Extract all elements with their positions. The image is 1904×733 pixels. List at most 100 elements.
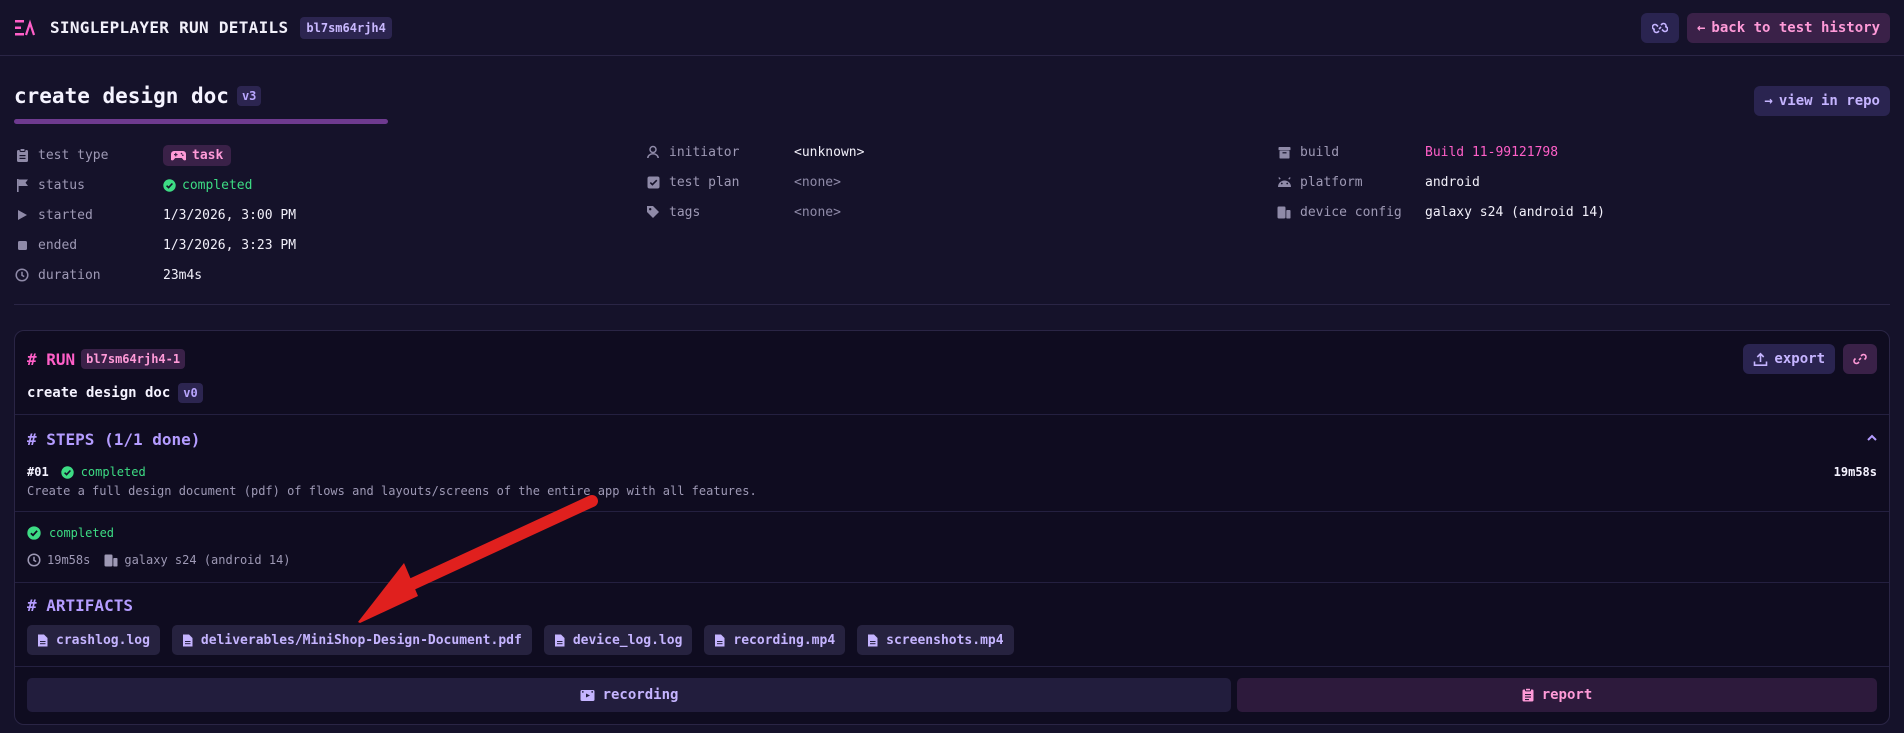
flag-icon — [14, 177, 30, 193]
step-row[interactable]: #01 completed — [27, 465, 146, 479]
check-circle-icon — [27, 526, 41, 540]
step-duration: 19m58s — [1833, 465, 1877, 479]
file-icon — [182, 634, 193, 647]
artifact-file-chip[interactable]: crashlog.log — [27, 625, 160, 655]
summary-status-text: completed — [49, 526, 115, 540]
card-divider — [15, 666, 1889, 667]
meta-label: tags — [669, 204, 701, 220]
meta-device-config: device config galaxy s24 (android 14) — [1276, 197, 1605, 227]
run-version-badge: v0 — [178, 383, 203, 403]
step-description: Create a full design document (pdf) of f… — [27, 484, 757, 498]
report-icon — [1522, 688, 1534, 702]
link-icon — [1651, 20, 1668, 36]
clipboard-icon — [14, 147, 30, 163]
card-divider — [15, 511, 1889, 512]
step-status: completed — [80, 465, 146, 479]
run-summary-status: completed — [27, 526, 114, 540]
tags-value: <none> — [794, 204, 841, 220]
meta-platform: platform android — [1276, 167, 1605, 197]
check-circle-icon — [60, 465, 74, 479]
artifact-name: device_log.log — [572, 632, 683, 648]
arrow-right-icon: → — [1764, 93, 1773, 109]
gamepad-icon — [171, 150, 186, 161]
initiator-value: <unknown> — [794, 144, 865, 160]
meta-test-plan: test plan <none> — [645, 167, 864, 197]
play-icon — [14, 207, 30, 223]
meta-label: initiator — [669, 144, 740, 160]
artifact-name: deliverables/MiniShop-Design-Document.pd… — [200, 632, 522, 648]
progress-fill — [14, 119, 388, 124]
file-icon — [37, 634, 48, 647]
version-badge: v3 — [236, 86, 262, 106]
back-button-label: back to test history — [1711, 19, 1880, 36]
status-badge: completed — [163, 178, 252, 193]
test-title: create design doc — [14, 84, 229, 108]
run-header: # RUN bl7sm64rjh4-1 — [27, 349, 186, 369]
step-number: #01 — [27, 465, 49, 479]
run-card: # RUN bl7sm64rjh4-1 create design doc v0… — [14, 330, 1890, 725]
ended-value: 1/3/2026, 3:23 PM — [163, 237, 297, 253]
artifact-file-chip[interactable]: screenshots.mp4 — [857, 625, 1014, 655]
checklist-icon — [645, 174, 661, 190]
run-id-badge: bl7sm64rjh4-1 — [81, 349, 186, 369]
meta-column-2: initiator <unknown> test plan <none> tag… — [645, 137, 864, 227]
meta-tags: tags <none> — [645, 197, 864, 227]
meta-ended: ended 1/3/2026, 3:23 PM — [14, 230, 296, 260]
run-subtitle: create design doc v0 — [27, 383, 203, 403]
build-link[interactable]: Build 11-99121798 — [1425, 145, 1558, 160]
artifacts-list: crashlog.log deliverables/MiniShop-Desig… — [27, 625, 1014, 655]
page-title: SINGLEPLAYER RUN DETAILS — [50, 18, 289, 37]
clock-icon — [14, 267, 30, 283]
view-in-repo-button[interactable]: → view in repo — [1754, 86, 1890, 116]
arrow-left-icon: ← — [1696, 19, 1706, 36]
logo-icon — [14, 17, 36, 39]
device-config-value: galaxy s24 (android 14) — [1425, 204, 1606, 220]
artifact-file-chip[interactable]: recording.mp4 — [704, 625, 846, 655]
section-divider — [14, 304, 1890, 305]
video-icon — [580, 689, 595, 702]
steps-heading: # STEPS (1/1 done) — [27, 430, 201, 449]
run-actions: export — [1743, 344, 1877, 374]
run-copy-link-button[interactable] — [1843, 344, 1877, 374]
artifact-file-chip[interactable]: device_log.log — [543, 625, 693, 655]
meta-label: status — [38, 177, 85, 193]
file-icon — [714, 634, 725, 647]
artifact-file-chip[interactable]: deliverables/MiniShop-Design-Document.pd… — [171, 625, 532, 655]
run-summary-meta: 19m58s galaxy s24 (android 14) — [27, 553, 291, 567]
export-button[interactable]: export — [1743, 344, 1835, 374]
duration-value: 23m4s — [163, 267, 203, 283]
card-divider — [15, 582, 1889, 583]
meta-label: ended — [38, 237, 78, 253]
stop-icon — [14, 237, 30, 253]
meta-status: status completed — [14, 170, 296, 200]
report-label: report — [1541, 687, 1593, 703]
meta-label: device config — [1300, 204, 1402, 220]
summary-duration: 19m58s — [47, 553, 91, 567]
meta-initiator: initiator <unknown> — [645, 137, 864, 167]
copy-link-button[interactable] — [1640, 12, 1679, 43]
chevron-up-icon[interactable] — [1865, 431, 1879, 445]
user-icon — [645, 144, 661, 160]
artifact-name: crashlog.log — [56, 632, 150, 648]
meta-label: test type — [38, 147, 109, 163]
platform-value: android — [1425, 174, 1480, 190]
summary-device: galaxy s24 (android 14) — [124, 553, 291, 567]
started-value: 1/3/2026, 3:00 PM — [163, 207, 297, 223]
bottom-actions: recording report — [27, 678, 1877, 712]
status-value: completed — [182, 177, 253, 193]
export-label: export — [1774, 351, 1825, 367]
meta-started: started 1/3/2026, 3:00 PM — [14, 200, 296, 230]
check-circle-icon — [163, 178, 176, 192]
meta-test-type: test type task — [14, 140, 296, 170]
test-type-value: task — [192, 147, 224, 163]
progress-bar — [14, 119, 388, 124]
link-icon — [1852, 351, 1868, 367]
artifacts-heading: # ARTIFACTS — [27, 596, 133, 615]
recording-button[interactable]: recording — [27, 678, 1231, 712]
meta-duration: duration 23m4s — [14, 260, 296, 290]
report-button[interactable]: report — [1237, 678, 1877, 712]
artifact-name: recording.mp4 — [733, 632, 836, 648]
devices-icon — [104, 553, 118, 567]
back-to-test-history-button[interactable]: ← back to test history — [1686, 12, 1890, 43]
recording-label: recording — [602, 687, 679, 703]
